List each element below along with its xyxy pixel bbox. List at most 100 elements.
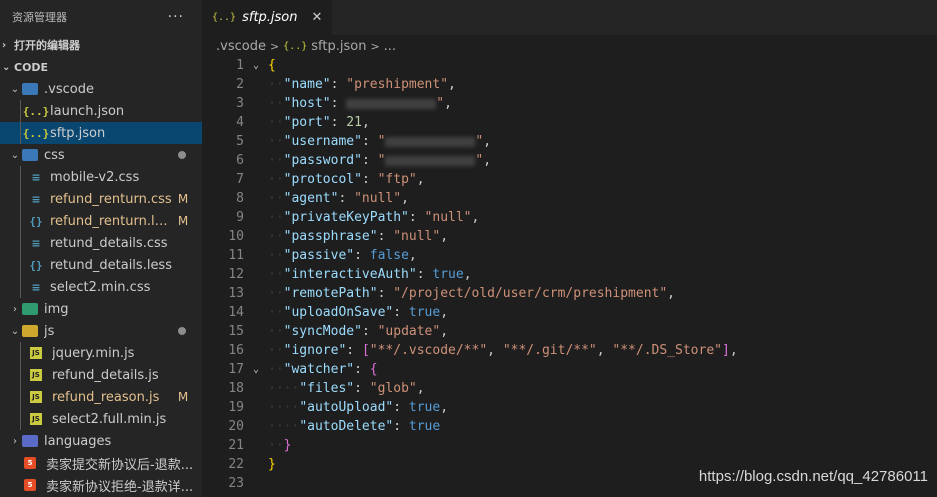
- fold-chevron-icon[interactable]: ⌄: [244, 360, 268, 379]
- token-brace: {: [369, 362, 378, 377]
- token-key: "password": [283, 153, 362, 168]
- tree-file[interactable]: JS jquery.min.js: [0, 342, 202, 364]
- code-line[interactable]: 8 ··"agent": "null",: [202, 189, 937, 208]
- code-line[interactable]: 13 ··"remotePath": "/project/old/user/crm…: [202, 284, 937, 303]
- tree-file[interactable]: ≡ mobile-v2.css: [0, 166, 202, 188]
- fold-gutter: [244, 113, 268, 132]
- chevron-down-icon[interactable]: ⌄: [8, 150, 22, 161]
- token-str: ": [377, 134, 386, 149]
- tree-folder[interactable]: ⌄ js: [0, 320, 202, 342]
- tree-file[interactable]: JS refund_reason.js M: [0, 386, 202, 408]
- token-str: "null": [354, 191, 402, 206]
- code-line[interactable]: 5 ··"username": " ",: [202, 132, 937, 151]
- token-str: "/project/old/user/crm/preshipment": [393, 286, 668, 301]
- token-key: "uploadOnSave": [283, 305, 394, 320]
- tree-folder[interactable]: ⌄ .vscode: [0, 78, 202, 100]
- token-punc: ,: [729, 343, 738, 358]
- tree-folder[interactable]: › languages: [0, 430, 202, 452]
- close-icon[interactable]: ✕: [312, 10, 323, 25]
- breadcrumb-folder[interactable]: .vscode: [216, 39, 266, 54]
- indent-guide: [20, 232, 21, 254]
- tab-sftp-json[interactable]: {..} sftp.json ✕: [202, 0, 333, 35]
- folder-icon: [22, 301, 38, 317]
- code-line[interactable]: 10 ··"passphrase": "null",: [202, 227, 937, 246]
- code-line[interactable]: 7 ··"protocol": "ftp",: [202, 170, 937, 189]
- tree-file[interactable]: {..} sftp.json: [0, 122, 202, 144]
- code-line[interactable]: 11 ··"passive": false,: [202, 246, 937, 265]
- tree-file[interactable]: {} refund_renturn.less M: [0, 210, 202, 232]
- token-key: "passphrase": [283, 229, 378, 244]
- code-line[interactable]: 4 ··"port": 21,: [202, 113, 937, 132]
- code-line[interactable]: 16 ··"ignore": ["**/.vscode/**", "**/.git…: [202, 341, 937, 360]
- less-file-icon: {}: [29, 258, 43, 272]
- token-key: "files": [299, 381, 355, 396]
- tree-file[interactable]: 5 卖家提交新协议后-退款...: [0, 452, 202, 474]
- token-punc: :: [361, 172, 378, 187]
- chevron-right-icon[interactable]: ›: [8, 304, 22, 315]
- line-text: ··"username": " ",: [268, 132, 491, 151]
- token-punc: ,: [408, 248, 417, 263]
- tree-folder[interactable]: › img: [0, 298, 202, 320]
- chevron-right-icon[interactable]: ›: [8, 436, 22, 447]
- line-number: 17: [228, 362, 244, 377]
- token-punc: ,: [416, 381, 425, 396]
- redacted-value: [385, 136, 476, 147]
- code-editor[interactable]: 1 ⌄{2 ··"name": "preshipment", 3 ··"host": "…: [202, 56, 937, 497]
- token-punc: :: [330, 115, 347, 130]
- code-line[interactable]: 12 ··"interactiveAuth": true,: [202, 265, 937, 284]
- tree-file[interactable]: {} retund_details.less: [0, 254, 202, 276]
- tree-file[interactable]: ≡ refund_renturn.css M: [0, 188, 202, 210]
- folder-icon: [22, 81, 38, 97]
- tree-file[interactable]: {..} launch.json: [0, 100, 202, 122]
- tree-item-label: .vscode: [44, 81, 94, 97]
- workspace-section[interactable]: ⌄ CODE: [0, 56, 202, 78]
- token-str: "**/.vscode/**": [369, 343, 488, 358]
- js-file-icon: JS: [30, 391, 42, 403]
- line-number: 18: [228, 381, 244, 396]
- tree-file[interactable]: 5 卖家新协议拒绝-退款详...: [0, 474, 202, 496]
- css-file-icon: ≡: [31, 170, 41, 184]
- code-line[interactable]: 1 ⌄{: [202, 56, 937, 75]
- line-number: 15: [228, 324, 244, 339]
- tree-item-label: refund_renturn.css: [50, 191, 172, 207]
- code-line[interactable]: 3 ··"host": ",: [202, 94, 937, 113]
- code-line[interactable]: 2 ··"name": "preshipment",: [202, 75, 937, 94]
- tree-file[interactable]: JS refund_details.js: [0, 364, 202, 386]
- token-brace: }: [283, 438, 292, 453]
- tree-file[interactable]: JS select2.full.min.js: [0, 408, 202, 430]
- token-ws: ····: [268, 400, 300, 415]
- token-key: "syncMode": [283, 324, 362, 339]
- chevron-down-icon[interactable]: ⌄: [8, 326, 22, 337]
- fold-chevron-icon[interactable]: ⌄: [244, 56, 268, 75]
- tree-item-label: retund_details.less: [50, 257, 172, 273]
- tree-item-label: refund_renturn.less: [50, 213, 174, 229]
- code-line[interactable]: 9 ··"privateKeyPath": "null",: [202, 208, 937, 227]
- code-line[interactable]: 21 ··}: [202, 436, 937, 455]
- code-line[interactable]: 15 ··"syncMode": "update",: [202, 322, 937, 341]
- chevron-down-icon[interactable]: ⌄: [8, 84, 22, 95]
- tree-folder[interactable]: ⌄ css: [0, 144, 202, 166]
- code-line[interactable]: 14 ··"uploadOnSave": true,: [202, 303, 937, 322]
- open-editors-section[interactable]: › 打开的编辑器: [0, 34, 202, 56]
- code-line[interactable]: 6 ··"password": " ",: [202, 151, 937, 170]
- token-brace: [: [361, 343, 370, 358]
- css-file-icon: ≡: [31, 280, 41, 294]
- chevron-right-icon: >: [269, 39, 280, 53]
- more-actions-icon[interactable]: ···: [168, 9, 184, 25]
- token-punc: :: [361, 134, 378, 149]
- git-status-badge: M: [177, 390, 189, 404]
- token-ws: ··: [268, 134, 284, 149]
- token-ws: ····: [268, 419, 300, 434]
- line-text: ··"agent": "null",: [268, 189, 409, 208]
- git-status-badge: M: [177, 214, 189, 228]
- code-line[interactable]: 17 ⌄ ··"watcher": {: [202, 360, 937, 379]
- breadcrumb-file[interactable]: sftp.json: [311, 39, 366, 54]
- token-punc: ,: [416, 172, 425, 187]
- tree-file[interactable]: ≡ retund_details.css: [0, 232, 202, 254]
- code-line[interactable]: 18 ····"files": "glob",: [202, 379, 937, 398]
- tree-file[interactable]: ≡ select2.min.css: [0, 276, 202, 298]
- token-punc: :: [330, 77, 347, 92]
- code-line[interactable]: 20 ····"autoDelete": true: [202, 417, 937, 436]
- breadcrumb-symbol[interactable]: ...: [384, 39, 396, 54]
- code-line[interactable]: 19 ····"autoUpload": true,: [202, 398, 937, 417]
